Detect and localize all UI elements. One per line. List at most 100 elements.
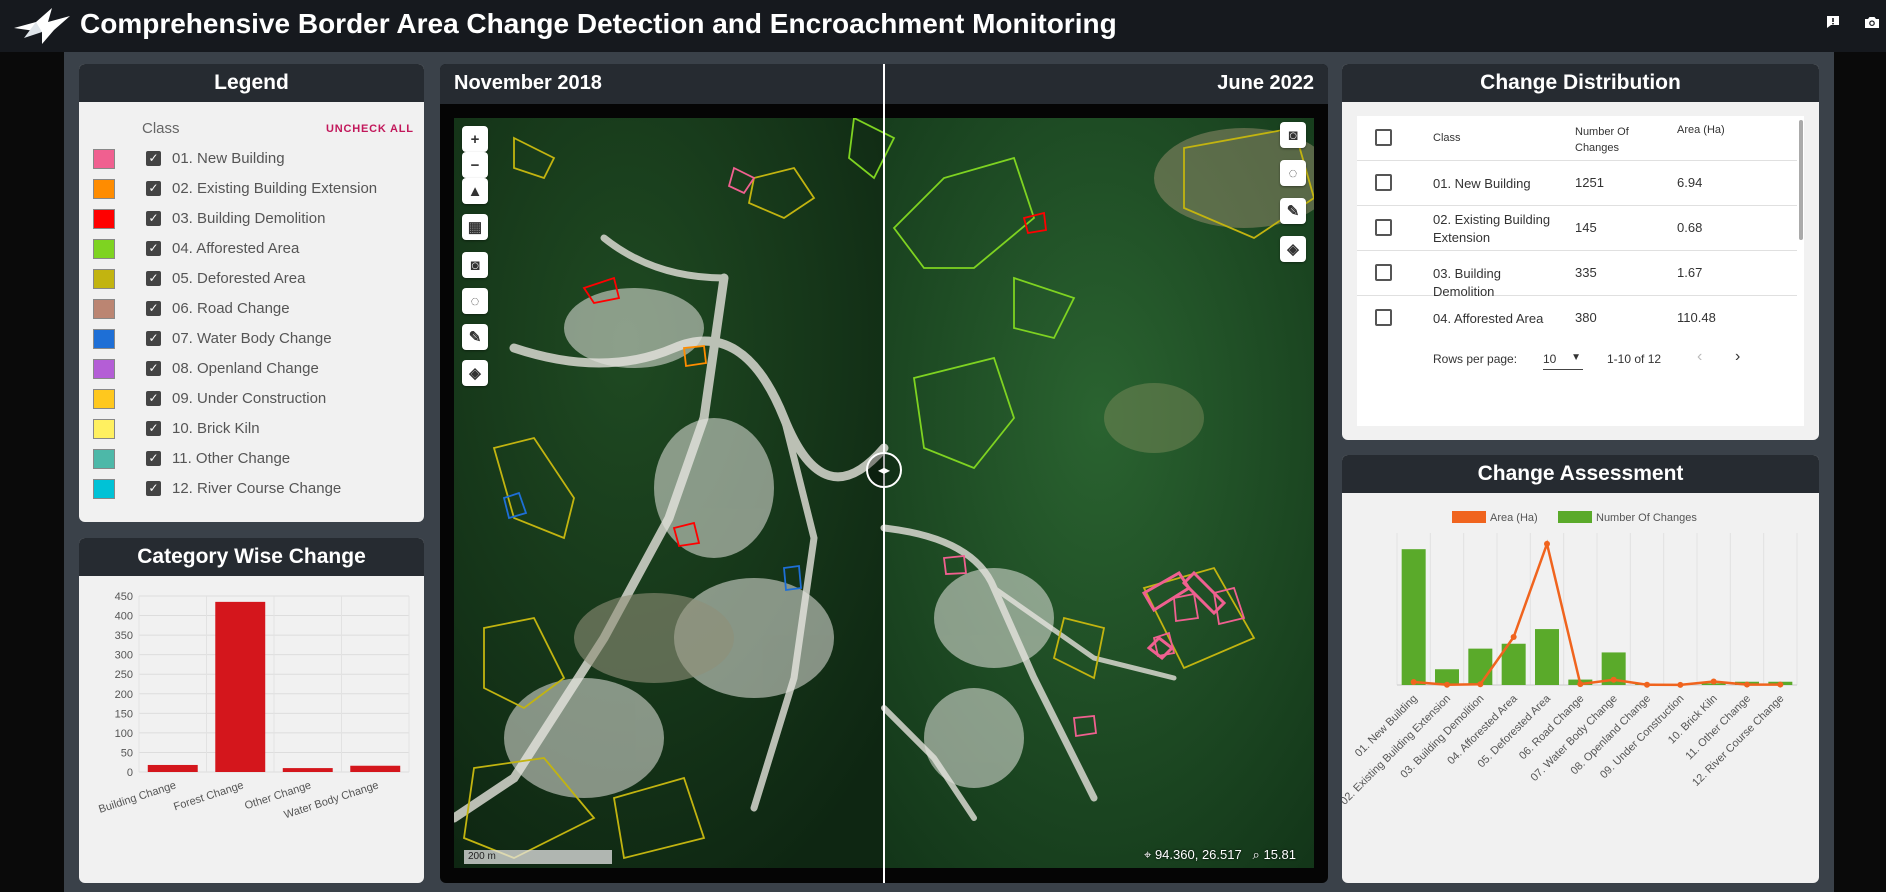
zoom-in-icon[interactable]: +	[462, 126, 488, 152]
bar[interactable]	[147, 764, 198, 772]
rows-per-page-label: Rows per page:	[1433, 352, 1518, 366]
table-header-row: Class Number Of Changes Area (Ha)	[1357, 116, 1797, 161]
layers-icon[interactable]: ◈	[462, 360, 488, 386]
legend-item[interactable]: ✓ 03. Building Demolition	[93, 207, 413, 229]
legend-item[interactable]: ✓ 12. River Course Change	[93, 477, 413, 499]
lasso-icon[interactable]: ◌	[462, 288, 488, 314]
y-tick-label: 350	[115, 630, 133, 642]
uncheck-all-button[interactable]: UNCHECK ALL	[326, 123, 414, 135]
legend-swatch	[93, 479, 115, 499]
legend-label: 04. Afforested Area	[172, 240, 300, 257]
select-all-checkbox[interactable]	[1375, 129, 1392, 146]
legend-swatch	[93, 299, 115, 319]
legend-item[interactable]: ✓ 05. Deforested Area	[93, 267, 413, 289]
line-point[interactable]	[1544, 540, 1550, 547]
legend-swatch	[93, 449, 115, 469]
change-assessment-panel: Change Assessment Area (Ha) Number Of Cha…	[1342, 455, 1819, 883]
legend-checkbox[interactable]: ✓	[146, 331, 161, 346]
legend-item[interactable]: ✓ 06. Road Change	[93, 297, 413, 319]
legend-item[interactable]: ✓ 08. Openland Change	[93, 357, 413, 379]
bar[interactable]	[1468, 648, 1493, 685]
row-checkbox[interactable]	[1375, 219, 1392, 236]
line-point[interactable]	[1610, 676, 1617, 683]
legend-checkbox[interactable]: ✓	[146, 241, 161, 256]
legend-item[interactable]: ✓ 09. Under Construction	[93, 387, 413, 409]
top-bar: Comprehensive Border Area Change Detecti…	[0, 0, 1886, 52]
legend-swatch	[93, 389, 115, 409]
legend-label: 11. Other Change	[172, 450, 291, 467]
eyedropper-icon[interactable]: ✎	[462, 324, 488, 350]
legend-swatch	[93, 419, 115, 439]
legend-checkbox[interactable]: ✓	[146, 301, 161, 316]
assessment-title: Change Assessment	[1342, 455, 1819, 493]
legend-item[interactable]: ✓ 02. Existing Building Extension	[93, 177, 413, 199]
line-point[interactable]	[1410, 678, 1417, 685]
legend-class-header: Class	[142, 120, 180, 137]
legend-checkbox[interactable]: ✓	[146, 211, 161, 226]
legend-checkbox[interactable]: ✓	[146, 181, 161, 196]
next-page-icon[interactable]: ›	[1735, 348, 1740, 366]
legend-checkbox[interactable]: ✓	[146, 421, 161, 436]
row-class: 01. New Building	[1433, 176, 1531, 191]
camera-icon[interactable]: ◙	[1280, 122, 1306, 148]
table-row[interactable]: 01. New Building 1251 6.94	[1357, 161, 1797, 206]
bar[interactable]	[282, 768, 333, 772]
bar[interactable]	[215, 601, 266, 772]
legend-label: 05. Deforested Area	[172, 270, 306, 287]
legend-checkbox[interactable]: ✓	[146, 451, 161, 466]
eyedropper-icon[interactable]: ✎	[1280, 198, 1306, 224]
line-point[interactable]	[1744, 681, 1750, 688]
legend-swatch	[93, 239, 115, 259]
legend-item[interactable]: ✓ 04. Afforested Area	[93, 237, 413, 259]
table-footer: Rows per page: 10 ▼ 1-10 of 12 ‹ ›	[1357, 336, 1804, 382]
zoom-search-icon: ⌕	[1245, 847, 1260, 862]
header-class: Class	[1433, 132, 1461, 144]
line-point[interactable]	[1677, 681, 1684, 688]
lasso-icon[interactable]: ◌	[1280, 160, 1306, 186]
row-area: 110.48	[1677, 310, 1716, 325]
line-point[interactable]	[1777, 681, 1784, 688]
row-checkbox[interactable]	[1375, 264, 1392, 281]
table-row[interactable]: 04. Afforested Area 380 110.48	[1357, 296, 1797, 341]
line-point[interactable]	[1577, 681, 1584, 688]
layers-icon[interactable]: ◈	[1280, 236, 1306, 262]
line-point[interactable]	[1510, 634, 1517, 641]
swipe-handle-icon[interactable]: ◂▸	[866, 452, 902, 488]
change-distribution-panel: Change Distribution Class Number Of Chan…	[1342, 64, 1819, 440]
table-row[interactable]: 03. Building Demolition 335 1.67	[1357, 251, 1797, 299]
legend-item[interactable]: ✓ 07. Water Body Change	[93, 327, 413, 349]
legend-item[interactable]: ✓ 01. New Building	[93, 147, 413, 169]
x-tick-label: Forest Change	[172, 779, 245, 813]
grid-icon[interactable]: ▦	[462, 214, 488, 240]
bar[interactable]	[350, 765, 401, 772]
prev-page-icon[interactable]: ‹	[1697, 348, 1702, 366]
legend-checkbox[interactable]: ✓	[146, 151, 161, 166]
camera-icon[interactable]	[1864, 14, 1880, 30]
row-area: 6.94	[1677, 175, 1703, 190]
line-point[interactable]	[1477, 681, 1484, 688]
line-point[interactable]	[1444, 681, 1450, 688]
legend-item[interactable]: ✓ 11. Other Change	[93, 447, 413, 469]
row-checkbox[interactable]	[1375, 174, 1392, 191]
distribution-title: Change Distribution	[1342, 64, 1819, 102]
camera-icon[interactable]: ◙	[462, 252, 488, 278]
bar[interactable]	[1401, 549, 1426, 685]
legend-checkbox[interactable]: ✓	[146, 271, 161, 286]
table-row[interactable]: 02. Existing Building Extension 145 0.68	[1357, 206, 1797, 251]
line-point[interactable]	[1710, 678, 1717, 685]
feedback-icon[interactable]	[1825, 14, 1841, 30]
legend-checkbox[interactable]: ✓	[146, 481, 161, 496]
change-assessment-chart: Area (Ha) Number Of Changes 01. New Buildi…	[1342, 511, 1798, 807]
compass-icon[interactable]: ▲	[462, 178, 488, 204]
scale-bar: 200 m	[464, 850, 612, 864]
legend-checkbox[interactable]: ✓	[146, 361, 161, 376]
legend-swatch	[93, 209, 115, 229]
zoom-out-icon[interactable]: −	[462, 152, 488, 178]
legend-item[interactable]: ✓ 10. Brick Kiln	[93, 417, 413, 439]
line-point[interactable]	[1644, 681, 1650, 688]
table-scrollbar[interactable]	[1799, 120, 1803, 240]
rows-per-page-select[interactable]: 10 ▼	[1543, 352, 1583, 370]
row-checkbox[interactable]	[1375, 309, 1392, 326]
bar[interactable]	[1535, 629, 1559, 685]
legend-checkbox[interactable]: ✓	[146, 391, 161, 406]
